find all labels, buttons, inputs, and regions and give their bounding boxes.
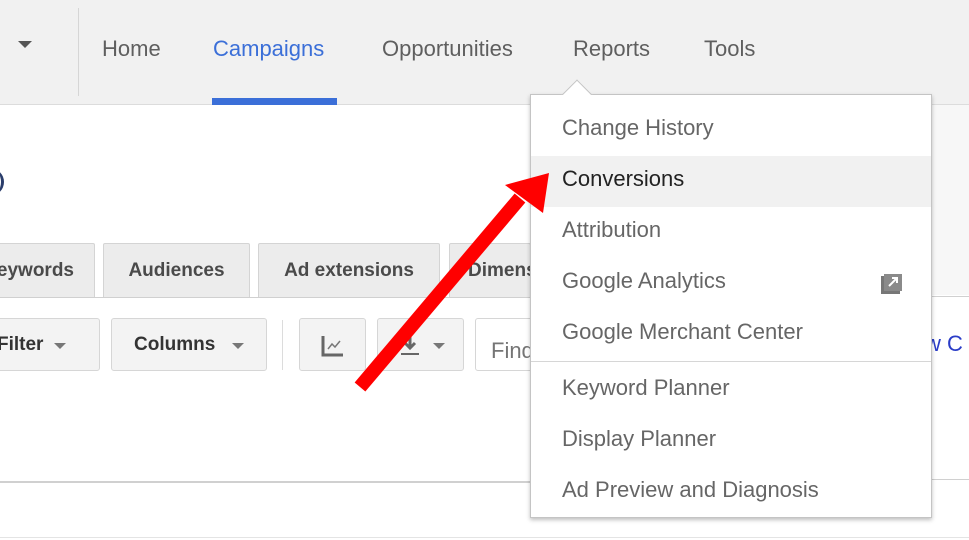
menu-item-label: Keyword Planner xyxy=(562,375,730,400)
columns-caret-icon xyxy=(232,343,244,349)
filter-button[interactable]: Filter xyxy=(0,318,100,371)
background-divider xyxy=(932,479,969,480)
tab-dimensions[interactable]: Dimensions xyxy=(449,243,531,297)
menu-item-display-planner[interactable]: Display Planner xyxy=(531,416,931,467)
download-button[interactable] xyxy=(377,318,464,371)
menu-item-google-merchant-center[interactable]: Google Merchant Center xyxy=(531,309,931,360)
menu-item-label: Ad Preview and Diagnosis xyxy=(562,477,819,502)
columns-button-label: Columns xyxy=(134,334,216,355)
top-navigation-bar: Home Campaigns Opportunities Reports Too… xyxy=(0,0,969,105)
nav-tools[interactable]: Tools xyxy=(704,36,755,62)
tab-ad-extensions[interactable]: Ad extensions xyxy=(258,243,440,297)
nav-reports[interactable]: Reports xyxy=(573,36,650,62)
menu-item-conversions[interactable]: Conversions xyxy=(531,156,931,207)
menu-item-label: Google Analytics xyxy=(562,268,726,293)
menu-item-change-history[interactable]: Change History xyxy=(531,105,931,156)
menu-item-label: Conversions xyxy=(562,166,685,191)
menu-item-label: Change History xyxy=(562,115,714,140)
menu-separator xyxy=(531,361,931,362)
background-divider xyxy=(932,296,969,297)
nav-home[interactable]: Home xyxy=(102,36,161,62)
menu-item-label: Attribution xyxy=(562,217,662,242)
menu-item-google-analytics[interactable]: Google Analytics xyxy=(531,258,931,309)
tab-dimensions-label: Dimensions xyxy=(468,260,530,281)
tab-keywords[interactable]: Keywords xyxy=(0,243,95,297)
menu-item-attribution[interactable]: Attribution xyxy=(531,207,931,258)
columns-button[interactable]: Columns xyxy=(111,318,267,371)
tab-ad-extensions-label: Ad extensions xyxy=(284,260,414,281)
tabs-baseline xyxy=(0,297,530,298)
active-tab-indicator xyxy=(212,98,337,105)
nav-opportunities[interactable]: Opportunities xyxy=(382,36,513,62)
tab-audiences[interactable]: Audiences xyxy=(103,243,250,297)
download-caret-icon xyxy=(433,343,445,349)
background-panel xyxy=(932,105,969,295)
nav-campaigns[interactable]: Campaigns xyxy=(213,36,324,62)
filter-caret-icon xyxy=(54,343,66,349)
tab-keywords-label: Keywords xyxy=(0,260,74,281)
filter-button-label: Filter xyxy=(0,334,44,355)
toolbar-divider xyxy=(282,320,283,370)
menu-item-label: Google Merchant Center xyxy=(562,319,803,344)
content-divider xyxy=(0,481,530,483)
bottom-divider xyxy=(0,537,969,538)
download-icon xyxy=(401,337,419,355)
line-chart-icon xyxy=(321,336,343,357)
account-dropdown-caret-icon[interactable] xyxy=(18,41,32,48)
menu-item-ad-preview-and-diagnosis[interactable]: Ad Preview and Diagnosis xyxy=(531,467,931,518)
menu-item-label: Display Planner xyxy=(562,426,717,451)
tab-audiences-label: Audiences xyxy=(128,260,225,281)
page-title-fragment xyxy=(0,168,4,196)
external-link-icon xyxy=(881,274,902,294)
chart-toggle-button[interactable] xyxy=(299,318,366,371)
menu-item-keyword-planner[interactable]: Keyword Planner xyxy=(531,365,931,416)
nav-divider xyxy=(78,8,79,96)
